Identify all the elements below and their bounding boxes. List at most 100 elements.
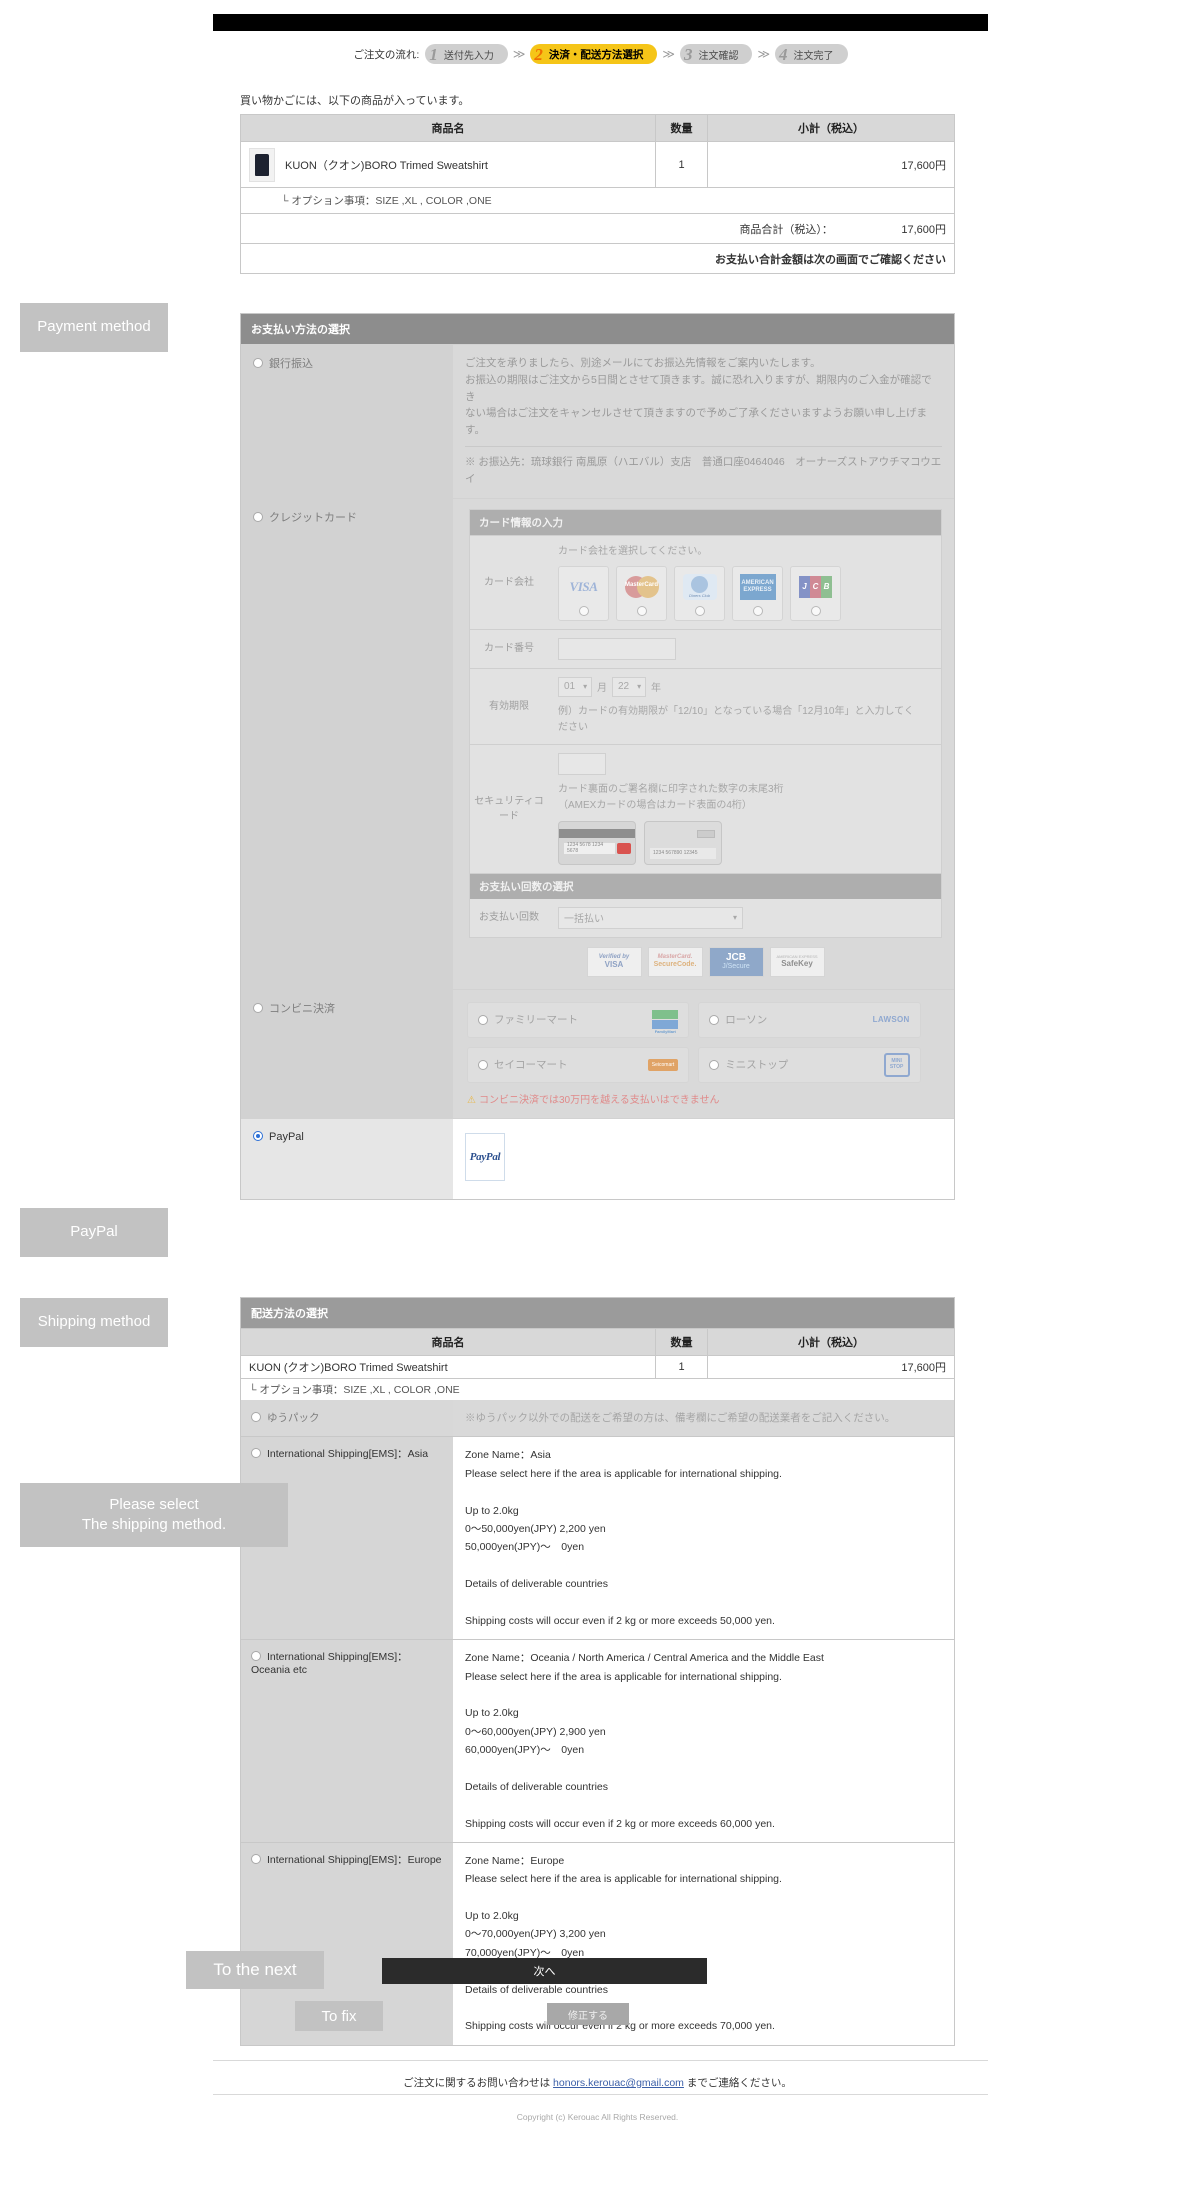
cvv-back-card-icon: 1234 5678 1234 5678 [558, 820, 636, 865]
cart-payment-notice: お支払い合計金額は次の画面でご確認ください [240, 243, 955, 274]
payment-option-paypal-label: PayPal [269, 1130, 304, 1143]
shipping-item-table: 商品名 数量 小計（税込） KUON (クオン)BORO Trimed Swea… [240, 1328, 955, 1400]
radio-brand-mastercard[interactable] [636, 605, 647, 616]
footer-email-link[interactable]: honors.kerouac@gmail.com [553, 2077, 684, 2089]
shipping-option-yupack[interactable]: ゆうパック ※ゆうパック以外での配送をご希望の方は、備考欄にご希望の配送業者をご… [241, 1400, 954, 1437]
konbini-seicomart[interactable]: セイコーマート Seicomart [467, 1046, 690, 1083]
shipping-option-asia-label: International Shipping[EMS]：Asia [267, 1448, 429, 1461]
expiry-year-value: 22 [618, 681, 630, 693]
card-info-title: カード情報の入力 [470, 509, 941, 535]
card-company-label: カード会社 [484, 576, 534, 588]
shipping-option-asia-desc: Zone Name：Asia Please select here if the… [453, 1437, 954, 1640]
radio-ems-oceania[interactable] [251, 1651, 261, 1662]
radio-bank-transfer[interactable] [253, 358, 263, 368]
step-1-shipping-address[interactable]: 1 送付先入力 [425, 44, 508, 64]
bank-account-info: ※ お振込先：琉球銀行 南風原（ハエバル）支店 普通口座0464046 オーナー… [465, 455, 942, 468]
table-header-row: 商品名 数量 小計（税込） [240, 1328, 955, 1356]
radio-credit-card[interactable] [253, 511, 263, 522]
card-company-row: カード会社 カード会社を選択してください。 VISA MasterCard Di… [470, 534, 941, 629]
installments-row: お支払い回数 一括払い ▾ [470, 899, 941, 937]
card-security-label: セキュリティコード [474, 795, 544, 822]
konbini-warning-text: コンビニ決済では30万円を越える支払いはできません [478, 1094, 720, 1106]
cart-subtotal: 17,600円 [707, 141, 955, 188]
card-brand-jcb[interactable]: JCB [790, 565, 841, 621]
cvv-amex-number-text: 1234 567890 12345 [650, 847, 716, 859]
step-3-label: 注文確認 [698, 50, 739, 62]
cvv-card-number-text: 1234 5678 1234 5678 [564, 842, 615, 854]
radio-ministop[interactable] [709, 1059, 720, 1070]
radio-familymart[interactable] [478, 1014, 488, 1025]
card-brand-visa[interactable]: VISA [558, 565, 609, 621]
konbini-ministop[interactable]: ミニストップ MINI STOP [698, 1046, 921, 1083]
konbini-seicomart-label: セイコーマート [494, 1059, 568, 1072]
radio-brand-jcb[interactable] [810, 605, 821, 616]
konbini-familymart[interactable]: ファミリーマート FamilyMart [467, 1001, 690, 1038]
payment-section-title: お支払い方法の選択 [241, 314, 954, 344]
card-brand-grid: VISA MasterCard Diners Club AMERICAN EXP… [558, 565, 931, 621]
payment-option-bank-transfer[interactable]: 銀行振込 ご注文を承りましたら、別途メールにてお振込先情報をご案内いたします。 … [241, 344, 954, 498]
payment-option-paypal-left[interactable]: PayPal [241, 1118, 453, 1199]
footer-divider-top [213, 2060, 988, 2061]
col-subtotal: 小計（税込） [707, 114, 955, 142]
step-3-confirm[interactable]: 3 注文確認 [679, 44, 753, 64]
card-security-row: セキュリティコード カード裏面のご署名欄に印字された数字の末尾3桁 （AMEXカ… [470, 743, 941, 873]
cart-total-cell: 商品合計（税込）： 17,600円 [240, 213, 955, 244]
cart-table: 商品名 数量 小計（税込） KUON（クオン)BORO Trimed Sweat… [240, 114, 955, 274]
step-separator-icon: ≫ [662, 47, 675, 61]
fix-button[interactable]: 修正する [547, 2003, 629, 2025]
ship-col-quantity: 数量 [655, 1328, 708, 1356]
payment-option-paypal[interactable]: PayPal PayPal [241, 1117, 954, 1199]
payment-option-credit-card[interactable]: クレジットカード カード情報の入力 カード会社 カード会社を選択してください。 … [241, 497, 954, 989]
chevron-down-icon: ▾ [732, 913, 737, 923]
expiry-month-select[interactable]: 01 ▾ [558, 676, 592, 697]
shipping-option-oceania[interactable]: International Shipping[EMS]：Oceania etc … [241, 1639, 954, 1842]
payment-option-bank-detail: ご注文を承りましたら、別途メールにてお振込先情報をご案内いたします。 お振込の期… [453, 345, 954, 498]
radio-ems-asia[interactable] [251, 1448, 261, 1459]
card-number-input[interactable] [558, 637, 676, 660]
product-thumbnail [249, 147, 275, 182]
step-4-complete[interactable]: 4 注文完了 [775, 44, 848, 64]
payment-option-bank-label: 銀行振込 [269, 358, 313, 370]
installments-title: お支払い回数の選択 [470, 872, 941, 899]
payment-option-konbini-left[interactable]: コンビニ決済 [241, 989, 453, 1118]
shipping-option-oceania-left[interactable]: International Shipping[EMS]：Oceania etc [241, 1640, 453, 1842]
payment-option-bank-left[interactable]: 銀行振込 [241, 345, 453, 498]
visa-icon: VISA [569, 578, 598, 594]
paypal-logo-text: PayPal [469, 1150, 501, 1163]
step-4-label: 注文完了 [793, 50, 834, 62]
konbini-lawson[interactable]: ローソン LAWSON [698, 1001, 921, 1038]
payment-option-credit-left[interactable]: クレジットカード [241, 498, 453, 989]
cvv-illustrations: 1234 5678 1234 5678 1234 567890 12345 [558, 820, 931, 865]
annotation-to-fix: To fix [295, 2001, 383, 2031]
card-brand-diners[interactable]: Diners Club [674, 565, 725, 621]
bank-desc-line-2: お振込の期限はご注文から5日間とさせて頂きます。誠に恐れ入りますが、期限内のご入… [465, 373, 932, 403]
radio-yupack[interactable] [251, 1412, 261, 1422]
footer-divider-bottom [213, 2094, 988, 2095]
security-code-input[interactable] [558, 752, 606, 775]
ship-col-subtotal: 小計（税込） [707, 1328, 955, 1356]
radio-paypal[interactable] [253, 1130, 263, 1141]
card-brand-mastercard[interactable]: MasterCard [616, 565, 667, 621]
installments-select[interactable]: 一括払い ▾ [558, 906, 743, 929]
payment-option-konbini[interactable]: コンビニ決済 ファミリーマート FamilyMart ローソン LAWSON セ… [241, 988, 954, 1118]
step-1-label: 送付先入力 [443, 50, 494, 62]
shipping-option-asia[interactable]: International Shipping[EMS]：Asia Zone Na… [241, 1436, 954, 1640]
diners-club-icon: Diners Club [682, 572, 717, 602]
step-2-payment-shipping[interactable]: 2 決済・配送方法選択 [530, 44, 658, 64]
radio-brand-amex[interactable] [752, 605, 763, 616]
annotation-please-select-line1: Please select [109, 1495, 199, 1513]
radio-brand-diners[interactable] [694, 605, 705, 616]
radio-ems-europe[interactable] [251, 1853, 261, 1864]
konbini-familymart-label: ファミリーマート [494, 1014, 578, 1027]
shipping-option-yupack-left[interactable]: ゆうパック [241, 1400, 453, 1437]
card-brand-amex[interactable]: AMERICAN EXPRESS [732, 565, 783, 621]
radio-lawson[interactable] [709, 1014, 720, 1025]
expiry-month-value: 01 [564, 681, 576, 693]
expiry-year-select[interactable]: 22 ▾ [612, 676, 646, 697]
next-button[interactable]: 次へ [382, 1958, 707, 1984]
radio-konbini[interactable] [253, 1002, 263, 1013]
radio-brand-visa[interactable] [578, 605, 589, 616]
card-expiry-label: 有効期限 [489, 700, 529, 712]
ship-col-product: 商品名 [240, 1328, 656, 1356]
radio-seicomart[interactable] [478, 1059, 488, 1070]
